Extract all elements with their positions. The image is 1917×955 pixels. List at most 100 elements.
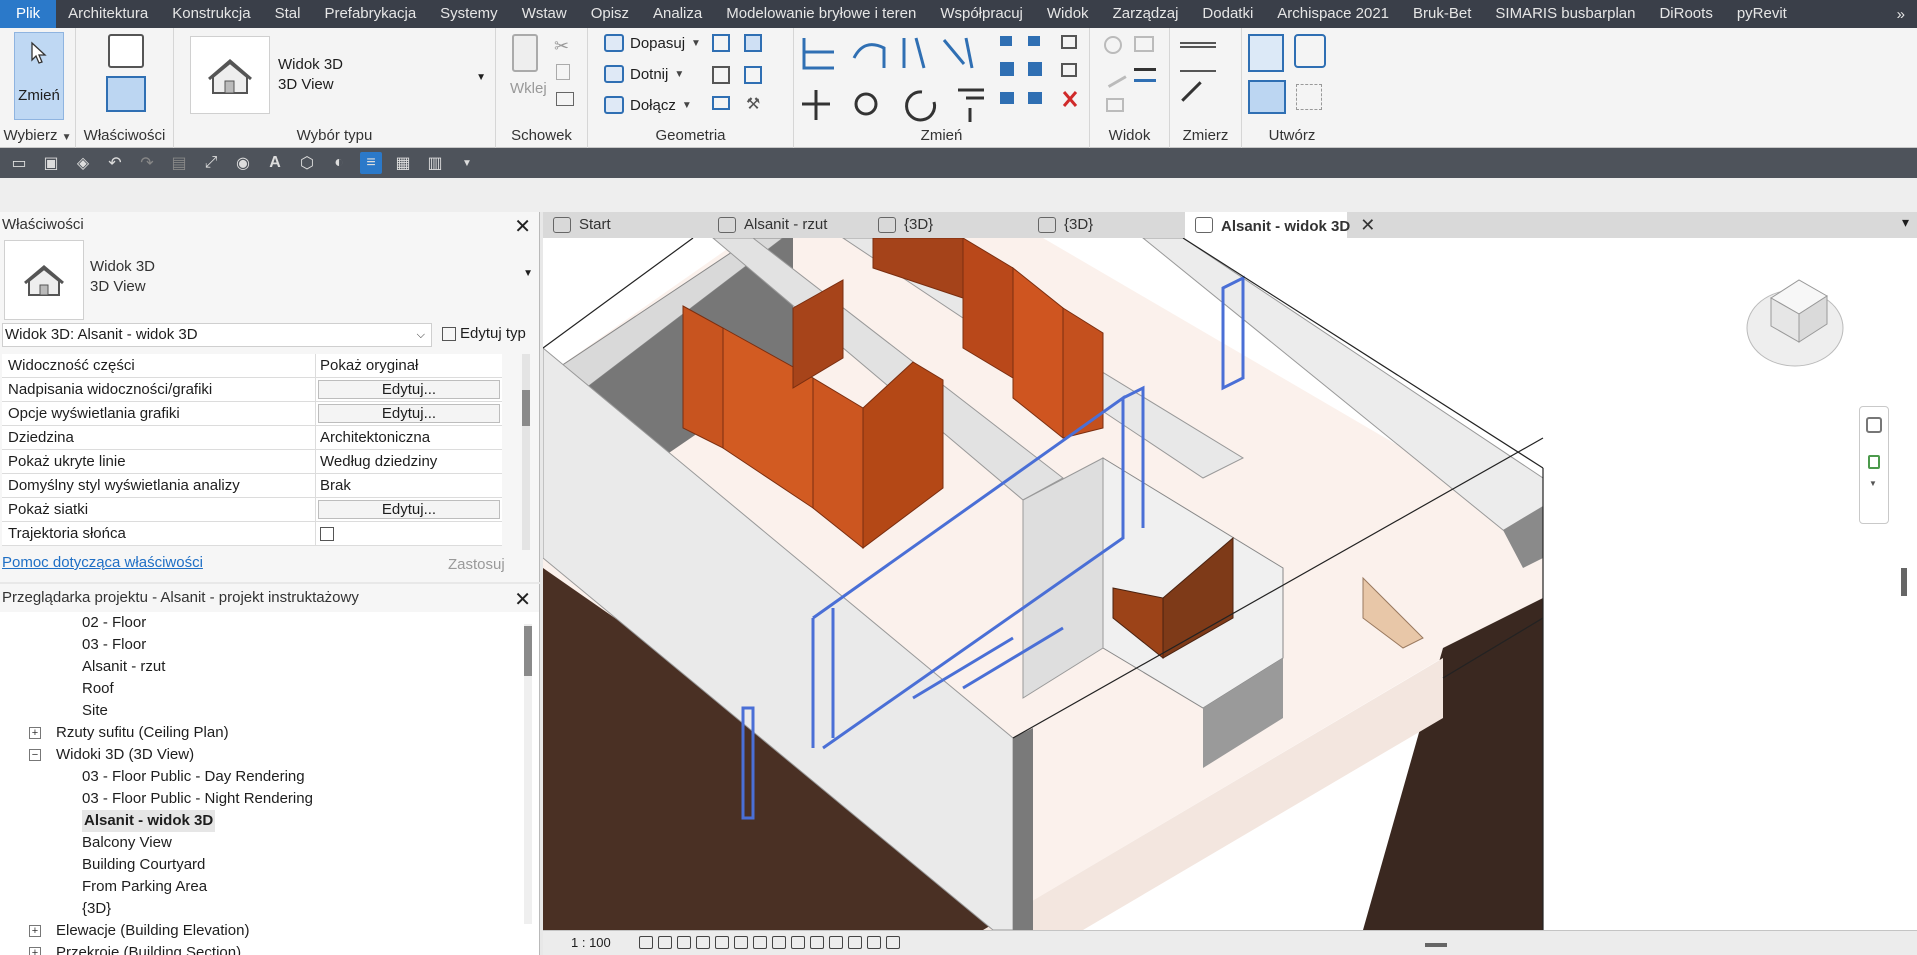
tree-item[interactable]: − Widoki 3D (3D View) <box>0 744 520 766</box>
navigation-bar[interactable]: ▼ <box>1859 406 1889 524</box>
menu-item[interactable]: Architektura <box>56 0 160 28</box>
paste-icon[interactable] <box>512 34 538 72</box>
create-parts-icon[interactable] <box>1294 34 1326 68</box>
menu-item[interactable]: Bruk-Bet <box>1401 0 1483 28</box>
view-scale[interactable]: 1 : 100 <box>571 935 611 950</box>
default-3d-icon[interactable]: ⬡ <box>296 152 318 174</box>
undo-icon[interactable]: ↶ <box>104 152 126 174</box>
menu-item[interactable]: Archispace 2021 <box>1265 0 1401 28</box>
properties-type-selector[interactable]: Widok 3D 3D View ▼ <box>0 238 539 322</box>
properties-help-link[interactable]: Pomoc dotycząca właściwości <box>2 554 203 571</box>
instance-filter-dropdown[interactable]: Widok 3D: Alsanit - widok 3D ⌵ <box>2 323 432 347</box>
hammer-icon[interactable]: ⚒ <box>746 94 760 114</box>
thin-lines-icon[interactable] <box>1134 68 1156 82</box>
show-crop-icon[interactable] <box>772 936 786 949</box>
analytical-model-icon[interactable] <box>848 936 862 949</box>
tag-icon[interactable]: ◉ <box>232 152 254 174</box>
menu-item[interactable]: Konstrukcja <box>160 0 262 28</box>
measure-qat-icon[interactable]: ⤢ <box>200 152 222 174</box>
copy-icon[interactable] <box>556 64 570 80</box>
view-tab[interactable]: Alsanit - rzut <box>708 212 827 238</box>
properties-scrollbar[interactable] <box>522 354 530 550</box>
text-icon[interactable]: A <box>264 152 286 174</box>
switch-windows-icon[interactable]: ▥ <box>424 152 446 174</box>
tree-item[interactable]: + Elewacje (Building Elevation) <box>0 920 520 942</box>
property-value[interactable]: Edytuj... <box>316 498 502 521</box>
property-edit-button[interactable]: Edytuj... <box>318 404 500 423</box>
properties-toggle-icon[interactable] <box>106 76 146 112</box>
section-icon[interactable]: ◐ <box>328 152 350 174</box>
join-button[interactable]: Dołącz ▼ <box>604 96 692 114</box>
tree-item[interactable]: Roof <box>0 678 520 700</box>
property-value[interactable]: Według dziedziny <box>316 450 502 473</box>
zoom-dropdown-icon[interactable]: ▼ <box>1869 479 1877 488</box>
paste-label[interactable]: Wklej <box>510 80 547 97</box>
chevron-down-icon[interactable]: ▼ <box>476 72 486 83</box>
print-icon[interactable]: ▤ <box>168 152 190 174</box>
menu-item[interactable]: Analiza <box>641 0 714 28</box>
apply-button[interactable]: Zastosuj <box>448 556 505 573</box>
render-icon[interactable] <box>715 936 729 949</box>
customize-qat-icon[interactable]: ▼ <box>456 152 478 174</box>
menu-item[interactable]: Widok <box>1035 0 1101 28</box>
reveal-constraints-icon[interactable] <box>886 936 900 949</box>
tree-item[interactable]: Alsanit - rzut <box>0 656 520 678</box>
panel-label-select[interactable]: Wybierz ▼ <box>0 124 75 148</box>
menu-item[interactable]: Wstaw <box>510 0 579 28</box>
tree-item[interactable]: 03 - Floor Public - Night Rendering <box>0 788 520 810</box>
menu-item[interactable]: pyRevit <box>1725 0 1799 28</box>
temporary-hide-icon[interactable] <box>791 936 805 949</box>
crop-view-icon[interactable] <box>753 936 767 949</box>
tree-item[interactable]: 02 - Floor <box>0 612 520 634</box>
tree-item[interactable]: 03 - Floor <box>0 634 520 656</box>
worksharing-display-icon[interactable] <box>829 936 843 949</box>
expand-icon[interactable]: + <box>29 727 41 739</box>
modify-tools-icons[interactable] <box>794 28 1090 124</box>
property-value[interactable]: Edytuj... <box>316 378 502 401</box>
dimension-icon[interactable] <box>1180 70 1216 74</box>
paint-icon[interactable] <box>712 66 730 84</box>
split-face-icon[interactable] <box>744 34 762 52</box>
type-properties-icon[interactable] <box>108 34 144 68</box>
chevron-down-icon[interactable]: ▼ <box>523 268 533 279</box>
unlocked-3d-view-icon[interactable] <box>734 936 748 949</box>
menu-item[interactable]: Plik <box>0 0 57 28</box>
close-icon[interactable]: ✕ <box>1360 215 1375 235</box>
view-tab[interactable]: Alsanit - widok 3D ✕ <box>1185 212 1375 238</box>
tree-item[interactable]: {3D} <box>0 898 520 920</box>
menu-item[interactable]: Opisz <box>579 0 641 28</box>
menu-item[interactable]: Dodatki <box>1190 0 1265 28</box>
menu-overflow-icon[interactable]: » <box>1885 6 1917 23</box>
scroll-thumb[interactable] <box>524 626 532 676</box>
view-tab[interactable]: {3D} <box>1028 212 1093 238</box>
property-value[interactable]: Architektoniczna <box>316 426 502 449</box>
viewport-scroll-thumb[interactable] <box>1901 568 1907 596</box>
redo-icon[interactable]: ↷ <box>136 152 158 174</box>
menu-item[interactable]: Modelowanie bryłowe i teren <box>714 0 928 28</box>
expand-icon[interactable]: + <box>29 947 41 955</box>
wall-joins-icon[interactable] <box>712 34 730 52</box>
hide-element-icon[interactable] <box>1104 36 1122 54</box>
tree-item[interactable]: 03 - Floor Public - Day Rendering <box>0 766 520 788</box>
tree-item[interactable]: From Parking Area <box>0 876 520 898</box>
close-icon[interactable]: ✕ <box>514 586 531 614</box>
menu-item[interactable]: Prefabrykacja <box>312 0 428 28</box>
visual-style-icon[interactable] <box>658 936 672 949</box>
match-properties-icon[interactable] <box>556 92 574 106</box>
cope-button[interactable]: Dopasuj ▼ <box>604 34 701 52</box>
linework-icon[interactable] <box>1101 64 1127 88</box>
menu-item[interactable]: DiRoots <box>1647 0 1724 28</box>
close-hidden-icon[interactable]: ▦ <box>392 152 414 174</box>
menu-item[interactable]: Zarządzaj <box>1101 0 1191 28</box>
close-icon[interactable]: ✕ <box>514 214 531 240</box>
open-icon[interactable]: ▭ <box>8 152 30 174</box>
view-tab[interactable]: Start <box>543 212 611 238</box>
ruler-icon[interactable] <box>1181 81 1221 121</box>
geometry-tools-icons[interactable]: ⚒ <box>712 34 782 113</box>
cut-icon[interactable]: ✂ <box>554 36 569 57</box>
property-value[interactable]: Edytuj... <box>316 402 502 425</box>
collapse-icon[interactable]: − <box>29 749 41 761</box>
modify-button[interactable]: Zmień <box>14 32 64 120</box>
property-edit-button[interactable]: Edytuj... <box>318 500 500 519</box>
measure-icon[interactable] <box>1180 42 1216 48</box>
